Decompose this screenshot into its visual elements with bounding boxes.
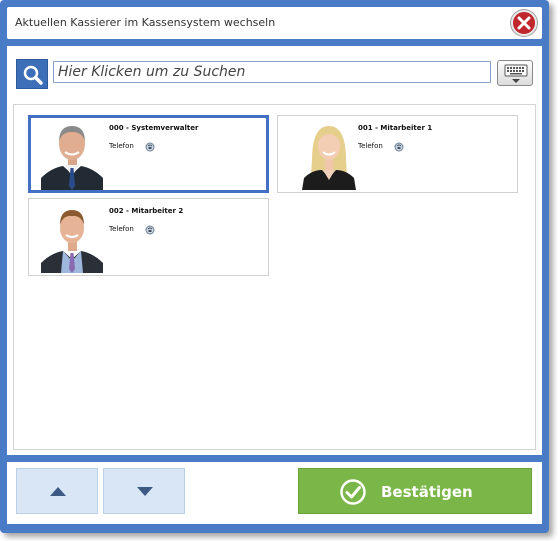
search-input[interactable] [53, 61, 491, 83]
phone-label: Telefon [358, 142, 383, 150]
arrow-down-icon [137, 487, 153, 496]
dialog-title: Aktuellen Kassierer im Kassensystem wech… [15, 16, 276, 29]
cashier-card-mitarbeiter-1[interactable]: 001 - Mitarbeiter 1 Telefon [277, 115, 518, 193]
arrow-up-icon [50, 487, 66, 496]
close-icon [517, 16, 531, 30]
cashier-name: 001 - Mitarbeiter 1 [358, 124, 433, 132]
dialog-window: Aktuellen Kassierer im Kassensystem wech… [0, 0, 549, 533]
keyboard-button[interactable] [497, 60, 533, 86]
phone-icon [145, 142, 155, 152]
cashier-card-systemverwalter[interactable]: 000 - Systemverwalter Telefon [28, 115, 269, 193]
keyboard-icon [504, 64, 528, 83]
phone-icon [145, 225, 155, 235]
search-row [15, 56, 534, 90]
close-button[interactable] [511, 10, 537, 36]
cashier-name: 000 - Systemverwalter [109, 124, 199, 132]
confirm-button[interactable]: Bestätigen [298, 468, 532, 514]
scroll-up-button[interactable] [16, 468, 98, 514]
phone-label: Telefon [109, 225, 134, 233]
search-icon [23, 65, 43, 85]
confirm-label: Bestätigen [381, 483, 473, 501]
cashier-list: 000 - Systemverwalter Telefon 001 - Mita… [13, 104, 536, 450]
search-button[interactable] [16, 59, 48, 89]
checkmark-icon [340, 479, 366, 505]
cashier-name: 002 - Mitarbeiter 2 [109, 207, 184, 215]
phone-label: Telefon [109, 142, 134, 150]
title-bar: Aktuellen Kassierer im Kassensystem wech… [7, 7, 542, 39]
action-bar: Bestätigen [7, 462, 542, 524]
avatar [298, 120, 360, 190]
avatar [41, 120, 103, 190]
avatar [41, 203, 103, 273]
content-panel: 000 - Systemverwalter Telefon [7, 46, 542, 455]
scroll-down-button[interactable] [103, 468, 185, 514]
cashier-card-mitarbeiter-2[interactable]: 002 - Mitarbeiter 2 Telefon [28, 198, 269, 276]
phone-icon [394, 142, 404, 152]
